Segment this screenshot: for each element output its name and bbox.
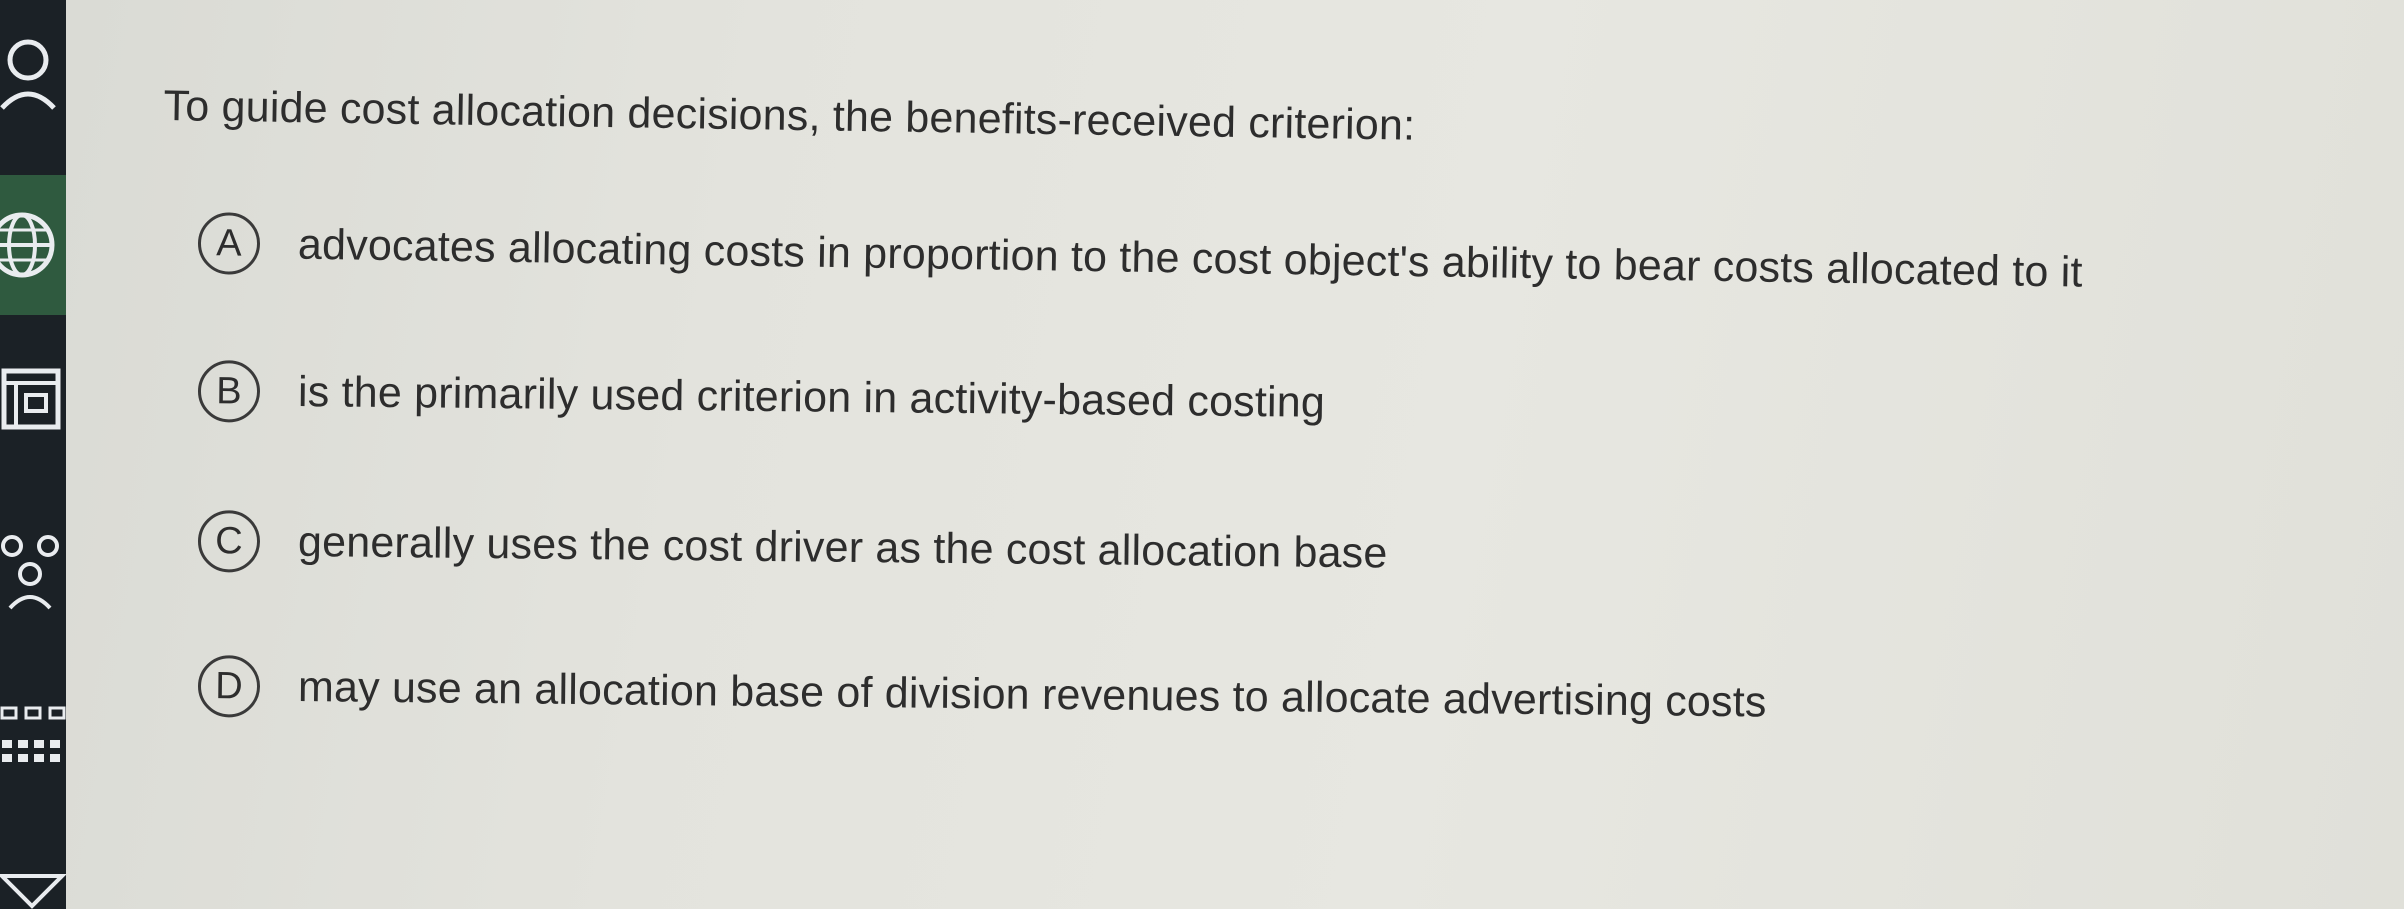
option-a-badge[interactable]: A [197, 212, 261, 275]
expand-icon[interactable] [0, 870, 66, 909]
option-d-badge[interactable]: D [197, 655, 261, 718]
option-c[interactable]: C generally uses the cost driver as the … [197, 510, 1388, 584]
sidebar [0, 0, 66, 909]
option-c-text[interactable]: generally uses the cost driver as the co… [298, 518, 1388, 578]
grid-icon[interactable] [0, 700, 66, 780]
question-text: To guide cost allocation decisions, the … [163, 82, 1416, 150]
option-b[interactable]: B is the primarily used criterion in act… [197, 360, 1326, 434]
globe-icon[interactable] [0, 200, 66, 290]
people-icon[interactable] [0, 530, 66, 610]
user-icon[interactable] [0, 30, 66, 110]
option-b-text[interactable]: is the primarily used criterion in activ… [298, 368, 1326, 428]
question-panel: To guide cost allocation decisions, the … [66, 0, 2404, 909]
layout-icon[interactable] [0, 365, 66, 435]
option-a[interactable]: A advocates allocating costs in proporti… [197, 212, 2084, 304]
option-d[interactable]: D may use an allocation base of division… [197, 655, 1767, 733]
option-a-text[interactable]: advocates allocating costs in proportion… [298, 220, 2083, 297]
option-c-badge[interactable]: C [197, 510, 261, 573]
option-b-badge[interactable]: B [197, 360, 261, 423]
option-d-text[interactable]: may use an allocation base of division r… [298, 663, 1767, 727]
